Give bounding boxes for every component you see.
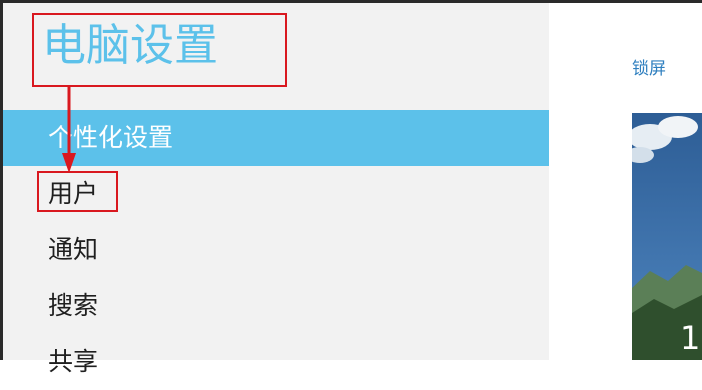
lock-screen-clock: 1 <box>680 319 701 357</box>
sidebar-item-personalize[interactable]: 个性化设置 <box>3 110 549 166</box>
annotation-box-users <box>37 171 118 212</box>
annotation-box-title <box>32 13 287 87</box>
lock-screen-tab[interactable]: 锁屏 <box>632 57 666 81</box>
sidebar-item-share[interactable]: 共享 <box>3 334 549 390</box>
annotation-arrow-icon <box>62 85 76 173</box>
sidebar-item-notifications[interactable]: 通知 <box>3 222 549 278</box>
sidebar-item-search[interactable]: 搜索 <box>3 278 549 334</box>
